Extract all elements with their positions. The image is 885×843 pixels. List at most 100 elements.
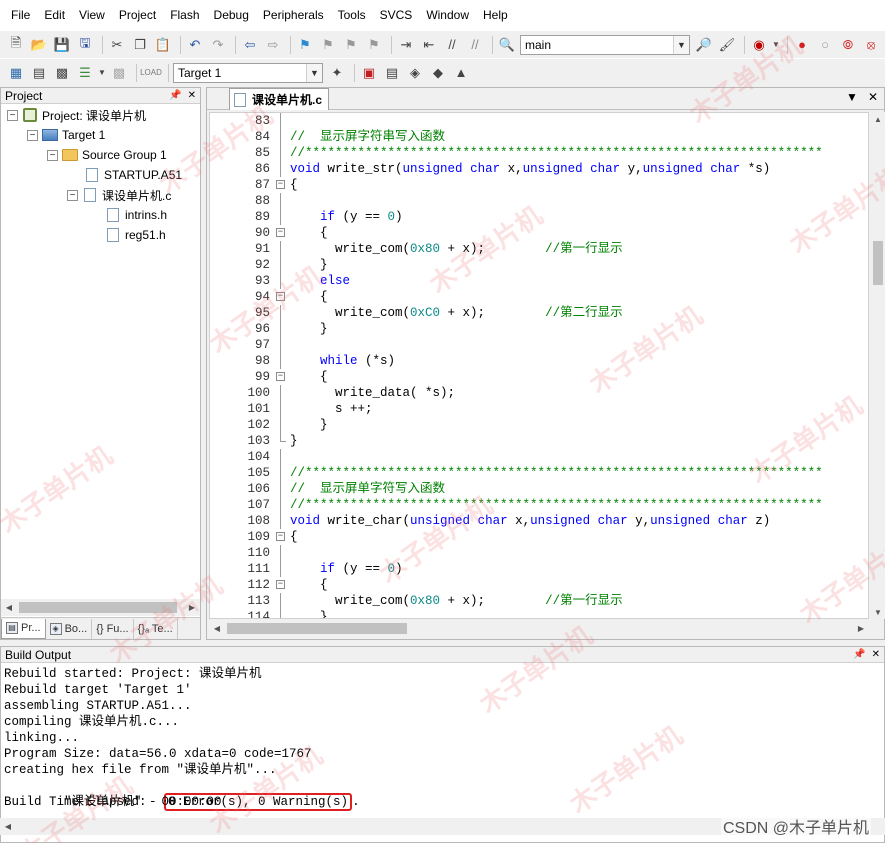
editor-vertical-scrollbar[interactable]: ▲ ▼	[871, 112, 885, 619]
code-line[interactable]: 110	[210, 545, 868, 561]
manage-runtime-icon[interactable]: ▲	[451, 63, 471, 83]
manage-project-items-icon[interactable]: ▣	[359, 63, 379, 83]
fold-collapse-icon[interactable]: −	[276, 292, 285, 301]
tab-functions[interactable]: {} Fu...	[92, 618, 134, 639]
indent-icon[interactable]: ⇥	[396, 35, 416, 55]
code-line[interactable]: 101 s ++;	[210, 401, 868, 417]
close-icon[interactable]: ✕	[872, 649, 880, 660]
scrollbar-thumb[interactable]	[873, 241, 883, 285]
collapse-icon[interactable]: −	[47, 149, 58, 161]
undo-icon[interactable]: ↶	[185, 35, 205, 55]
code-line[interactable]: 103}	[210, 433, 868, 449]
code-line[interactable]: 89 if (y == 0)	[210, 209, 868, 225]
scroll-up-icon[interactable]: ▲	[871, 112, 885, 126]
code-line[interactable]: 114 }	[210, 609, 868, 618]
collapse-icon[interactable]: −	[27, 129, 38, 141]
code-line[interactable]: 113 write_com(0x80 + x); //第一行显示	[210, 593, 868, 609]
tree-item-source-group[interactable]: − Source Group 1	[47, 145, 167, 165]
close-icon[interactable]: ✕	[188, 90, 196, 101]
menu-file[interactable]: File	[4, 0, 37, 30]
tree-item-intrins[interactable]: intrins.h	[105, 205, 167, 225]
target-combo[interactable]: Target 1 ▼	[173, 62, 323, 83]
code-line[interactable]: 99− {	[210, 369, 868, 385]
menu-help[interactable]: Help	[476, 0, 515, 30]
code-line[interactable]: 108 void write_char(unsigned char x,unsig…	[210, 513, 868, 529]
menu-peripherals[interactable]: Peripherals	[256, 0, 331, 30]
menu-debug[interactable]: Debug	[207, 0, 256, 30]
code-line[interactable]: 96 }	[210, 321, 868, 337]
chevron-down-icon[interactable]: ▼	[98, 63, 106, 83]
code-line[interactable]: 85 //************************************…	[210, 145, 868, 161]
menu-flash[interactable]: Flash	[163, 0, 206, 30]
open-folder-icon[interactable]: 📂	[29, 35, 49, 55]
fold-collapse-icon[interactable]: −	[276, 228, 285, 237]
breakpoint-kill-icon[interactable]: ⦾	[838, 35, 858, 55]
code-line[interactable]: 107 //***********************************…	[210, 497, 868, 513]
code-line[interactable]: 83	[210, 113, 868, 129]
fold-collapse-icon[interactable]: −	[276, 372, 285, 381]
pin-icon[interactable]: 📌	[853, 649, 865, 660]
scroll-left-icon[interactable]: ◀	[209, 620, 225, 637]
menu-window[interactable]: Window	[419, 0, 476, 30]
tree-item-project[interactable]: − Project: 课设单片机	[7, 105, 146, 125]
tree-item-main-c[interactable]: − 课设单片机.c	[67, 185, 171, 205]
code-line[interactable]: 88	[210, 193, 868, 209]
batch-build-icon[interactable]: ☰	[75, 63, 95, 83]
tab-project[interactable]: ▤ Pr...	[1, 618, 46, 639]
tree-item-target[interactable]: − Target 1	[27, 125, 105, 145]
code-line[interactable]: 84 // 显示屏字符串写入函数	[210, 129, 868, 145]
bookmark-next-icon[interactable]: ⚑	[341, 35, 361, 55]
fold-collapse-icon[interactable]: −	[276, 180, 285, 189]
save-icon[interactable]: 💾	[52, 35, 72, 55]
code-editor[interactable]: 83 84 // 显示屏字符串写入函数 85 //*******************…	[209, 112, 869, 619]
menu-tools[interactable]: Tools	[331, 0, 373, 30]
code-line[interactable]: 86 void write_str(unsigned char x,unsigne…	[210, 161, 868, 177]
new-file-icon[interactable]: 🗎	[6, 35, 26, 55]
paste-icon[interactable]: 📋	[153, 35, 173, 55]
code-line[interactable]: 94− {	[210, 289, 868, 305]
rebuild-icon[interactable]: ▩	[52, 63, 72, 83]
menu-edit[interactable]: Edit	[37, 0, 72, 30]
bookmark-prev-icon[interactable]: ⚑	[318, 35, 338, 55]
select-packs-icon[interactable]: ◈	[405, 63, 425, 83]
pin-icon[interactable]: 📌	[169, 90, 181, 101]
file-extensions-icon[interactable]: ▤	[382, 63, 402, 83]
download-icon[interactable]: LOAD	[140, 63, 162, 83]
code-line[interactable]: 87−{	[210, 177, 868, 193]
scroll-down-icon[interactable]: ▼	[871, 605, 885, 619]
find-icon[interactable]: 🔎	[694, 35, 714, 55]
find-in-files-icon[interactable]: 🔍	[497, 35, 517, 55]
code-line[interactable]: 100 write_data( *s);	[210, 385, 868, 401]
save-all-icon[interactable]: 🖫	[75, 35, 95, 55]
pack-installer-icon[interactable]: ◆	[428, 63, 448, 83]
tree-item-startup[interactable]: STARTUP.A51	[84, 165, 182, 185]
tree-item-reg51[interactable]: reg51.h	[105, 225, 166, 245]
breakpoint-icon[interactable]: ●	[792, 35, 812, 55]
chevron-down-icon[interactable]: ▼	[306, 63, 322, 82]
tab-main-c[interactable]: 课设单片机.c	[229, 88, 330, 110]
code-line[interactable]: 98 while (*s)	[210, 353, 868, 369]
code-line[interactable]: 102 }	[210, 417, 868, 433]
fold-collapse-icon[interactable]: −	[276, 580, 285, 589]
code-line[interactable]: 104	[210, 449, 868, 465]
collapse-icon[interactable]: −	[7, 109, 18, 121]
build-icon[interactable]: ▤	[29, 63, 49, 83]
editor-horizontal-scrollbar[interactable]: ◀ ▶	[209, 620, 869, 637]
menu-project[interactable]: Project	[112, 0, 163, 30]
scroll-right-icon[interactable]: ▶	[853, 620, 869, 637]
find-combo[interactable]: main ▼	[520, 34, 690, 55]
uncomment-icon[interactable]: //	[465, 35, 485, 55]
tab-templates[interactable]: {}ₐ Te...	[134, 618, 178, 639]
scroll-left-icon[interactable]: ◀	[0, 818, 16, 835]
code-line[interactable]: 91 write_com(0x80 + x); //第一行显示	[210, 241, 868, 257]
code-line[interactable]: 92 }	[210, 257, 868, 273]
copy-icon[interactable]: ❐	[130, 35, 150, 55]
code-line[interactable]: 105 //***********************************…	[210, 465, 868, 481]
code-line[interactable]: 112− {	[210, 577, 868, 593]
nav-back-icon[interactable]: ⇦	[240, 35, 260, 55]
fold-collapse-icon[interactable]: −	[276, 532, 285, 541]
close-icon[interactable]: ✕	[868, 90, 878, 104]
tab-books[interactable]: ◈ Bo...	[46, 618, 93, 639]
chevron-down-icon[interactable]: ▼	[772, 35, 780, 55]
debug-session-icon[interactable]: ◉	[749, 35, 769, 55]
